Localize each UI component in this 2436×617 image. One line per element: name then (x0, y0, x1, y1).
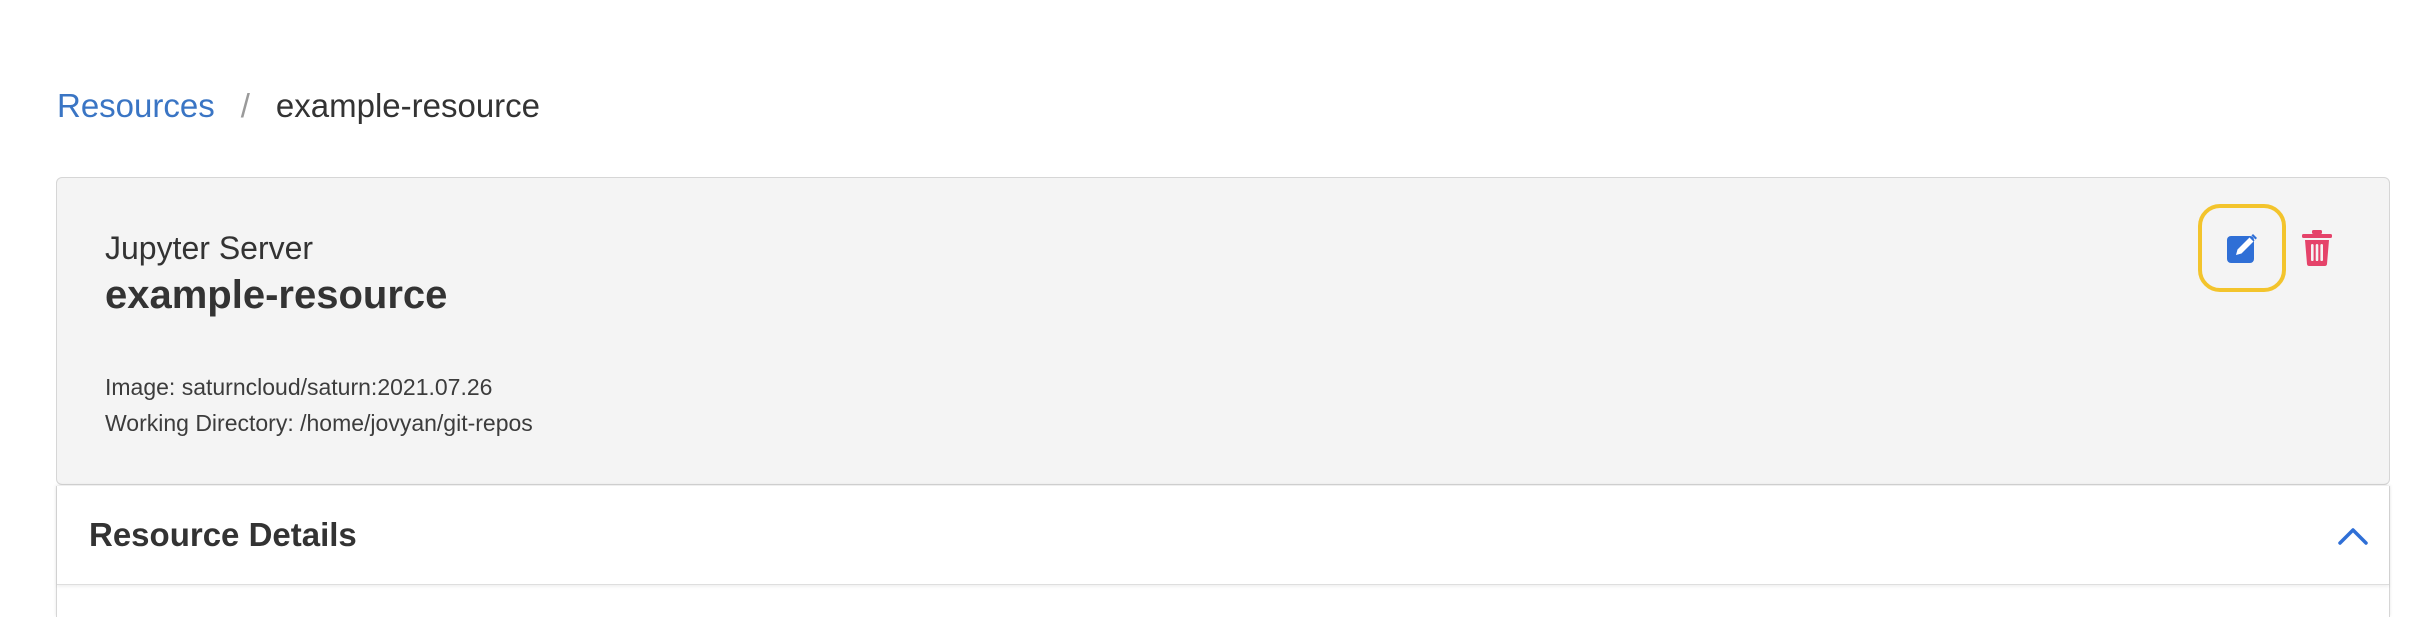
resource-name-heading: example-resource (105, 273, 448, 317)
edit-resource-button[interactable] (2198, 204, 2286, 292)
delete-resource-button[interactable] (2297, 228, 2337, 268)
edit-icon (2224, 230, 2260, 266)
resource-type-label: Jupyter Server (105, 230, 314, 266)
resource-summary-card: Jupyter Server example-resource Image: s… (56, 177, 2390, 485)
resource-working-directory-info: Working Directory: /home/jovyan/git-repo… (105, 410, 533, 436)
breadcrumb-current: example-resource (275, 87, 541, 124)
resource-details-title: Resource Details (89, 516, 357, 553)
breadcrumb: Resources / example-resource (57, 84, 540, 128)
resource-details-panel: Resource Details (56, 486, 2390, 617)
chevron-up-icon (2338, 527, 2368, 545)
breadcrumb-resources-link[interactable]: Resources (57, 87, 215, 125)
breadcrumb-separator: / (240, 87, 250, 124)
resource-details-header[interactable]: Resource Details (57, 486, 2389, 585)
resource-details-toggle[interactable] (2333, 516, 2373, 556)
trash-icon (2301, 229, 2333, 267)
resource-image-info: Image: saturncloud/saturn:2021.07.26 (105, 374, 493, 400)
